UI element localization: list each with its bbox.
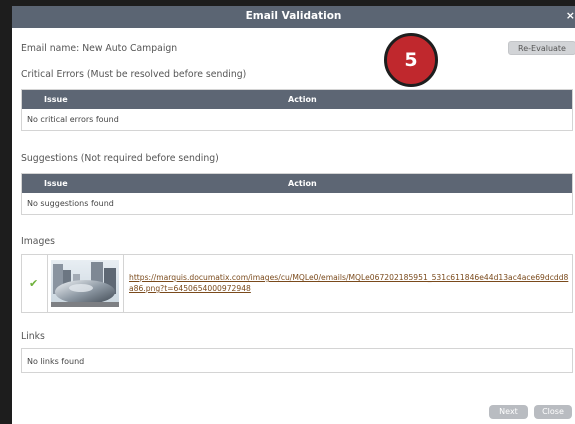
column-action: Action bbox=[288, 179, 317, 188]
suggestions-table: Issue Action No suggestions found bbox=[21, 173, 573, 215]
next-button[interactable]: Next bbox=[489, 405, 528, 419]
dialog-title: Email Validation bbox=[245, 10, 342, 22]
close-button[interactable]: Close bbox=[534, 405, 572, 419]
divider bbox=[47, 255, 48, 312]
close-icon[interactable]: × bbox=[566, 9, 575, 22]
images-table: ✔ https://marquis.documatix.com/images/c… bbox=[21, 254, 573, 313]
column-issue: Issue bbox=[44, 179, 68, 188]
email-name-text: Email name: New Auto Campaign bbox=[21, 43, 178, 54]
divider bbox=[123, 255, 124, 312]
column-issue: Issue bbox=[44, 95, 68, 104]
links-heading: Links bbox=[21, 331, 45, 342]
critical-errors-heading: Critical Errors (Must be resolved before… bbox=[21, 69, 247, 80]
table-row: No suggestions found bbox=[22, 193, 572, 214]
column-action: Action bbox=[288, 95, 317, 104]
image-url-link[interactable]: https://marquis.documatix.com/images/cu/… bbox=[129, 272, 571, 294]
step-number-badge: 5 bbox=[384, 33, 438, 87]
images-heading: Images bbox=[21, 236, 55, 247]
table-header: Issue Action bbox=[22, 174, 572, 193]
table-row: No critical errors found bbox=[22, 109, 572, 130]
dialog-titlebar: Email Validation × bbox=[12, 6, 575, 28]
empty-message: No critical errors found bbox=[27, 115, 119, 124]
table-header: Issue Action bbox=[22, 90, 572, 109]
links-table: No links found bbox=[21, 348, 573, 373]
suggestions-heading: Suggestions (Not required before sending… bbox=[21, 153, 219, 164]
re-evaluate-button[interactable]: Re-Evaluate bbox=[508, 41, 575, 55]
image-thumbnail[interactable] bbox=[51, 260, 119, 307]
critical-errors-table: Issue Action No critical errors found bbox=[21, 89, 573, 131]
empty-message: No links found bbox=[27, 357, 85, 366]
empty-message: No suggestions found bbox=[27, 199, 114, 208]
email-validation-dialog: Email Validation × Email name: New Auto … bbox=[12, 6, 575, 424]
checkmark-icon: ✔ bbox=[29, 277, 39, 290]
